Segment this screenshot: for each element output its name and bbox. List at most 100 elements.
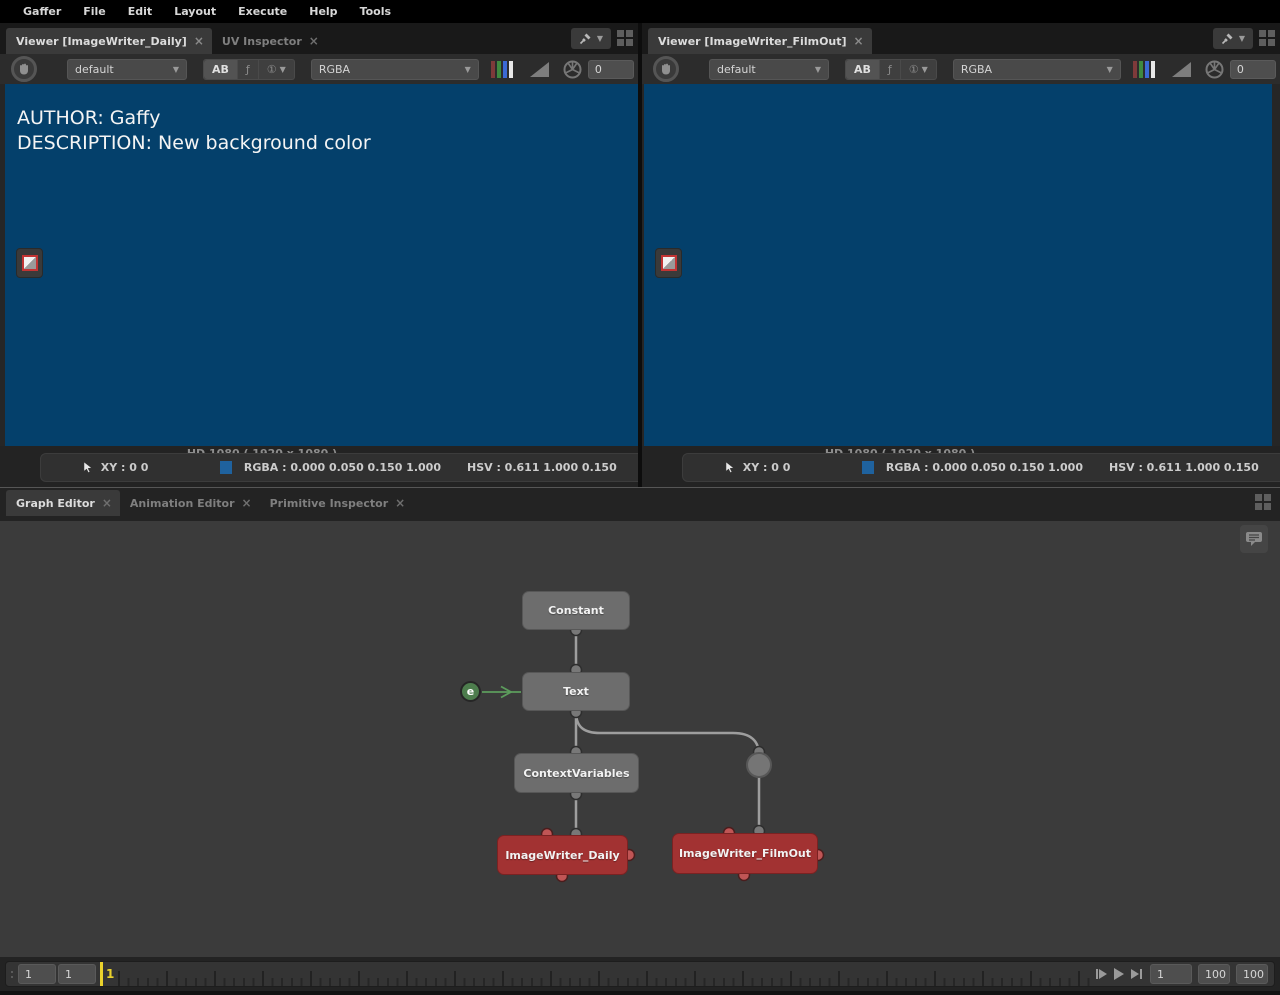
start-frame-input[interactable]: 1	[18, 964, 56, 984]
pin-menu-button[interactable]: ▼	[1213, 28, 1253, 49]
menu-gaffer[interactable]: Gaffer	[12, 5, 72, 18]
step-back-button[interactable]	[1096, 969, 1107, 979]
close-icon[interactable]: ×	[309, 34, 319, 48]
tab-label: Graph Editor	[16, 496, 95, 510]
annotations-button[interactable]	[1240, 525, 1268, 553]
current-frame-input[interactable]: 1	[1150, 964, 1192, 984]
play-button[interactable]	[1114, 968, 1124, 980]
tab-animation-editor[interactable]: Animation Editor ×	[120, 490, 260, 516]
node-imagewriter-filmout[interactable]: ImageWriter_FilmOut	[672, 833, 818, 874]
tab-viewer-imagewriter-daily[interactable]: Viewer [ImageWriter_Daily] ×	[6, 28, 212, 54]
viewer-left-tabbar: Viewer [ImageWriter_Daily] × UV Inspecto…	[0, 23, 638, 54]
display-transform-icon	[660, 255, 677, 271]
range-end-input[interactable]: 100	[1198, 964, 1230, 984]
exposure-aperture-icon[interactable]	[563, 60, 582, 79]
pan-tool-button[interactable]	[653, 56, 679, 82]
step-forward-button[interactable]	[1131, 969, 1142, 979]
view-select[interactable]: default ▼	[67, 58, 187, 80]
node-label: Text	[563, 685, 589, 698]
range-end-value: 100	[1205, 967, 1226, 981]
tab-label: Viewer [ImageWriter_Daily]	[16, 34, 187, 48]
close-icon[interactable]: ×	[854, 34, 864, 48]
tab-viewer-imagewriter-filmout[interactable]: Viewer [ImageWriter_FilmOut] ×	[648, 28, 872, 54]
lut-ramp-icon[interactable]	[529, 61, 549, 77]
solo-channel-icon[interactable]	[1132, 60, 1155, 78]
status-hsv: HSV : 0.611 1.000 0.150	[1108, 461, 1259, 474]
close-icon[interactable]: ×	[395, 496, 405, 510]
chevron-down-icon: ▼	[464, 64, 471, 74]
node-label: ImageWriter_FilmOut	[678, 847, 812, 860]
node-expression[interactable]: e	[460, 681, 481, 702]
compare-image-button[interactable]: ① ▼	[259, 60, 294, 79]
viewer-viewport-filmout[interactable]	[644, 84, 1272, 446]
menu-tools[interactable]: Tools	[349, 5, 402, 18]
node-text[interactable]: Text	[522, 672, 630, 711]
menu-help[interactable]: Help	[298, 5, 348, 18]
node-contextvariables[interactable]: ContextVariables	[514, 753, 639, 793]
exposure-value: 0	[1236, 62, 1244, 76]
wipe-button[interactable]: ƒ	[880, 59, 901, 79]
timeline-grip[interactable]	[11, 970, 13, 978]
compare-image-icon: ①	[908, 62, 919, 76]
solo-channel-icon[interactable]	[490, 60, 513, 78]
chevron-down-icon: ▼	[279, 64, 286, 74]
hand-icon	[19, 63, 28, 75]
end-frame-input[interactable]: 100	[1236, 964, 1268, 984]
wipe-button[interactable]: ƒ	[238, 59, 259, 79]
chevron-down-icon: ▼	[1106, 64, 1113, 74]
node-imagewriter-daily[interactable]: ImageWriter_Daily	[497, 835, 628, 875]
compare-ab-button[interactable]: AB	[846, 59, 880, 79]
compare-image-button[interactable]: ① ▼	[901, 60, 936, 79]
compare-button-group: AB ƒ ① ▼	[845, 58, 937, 80]
viewer-left-toolbar: default ▼ AB ƒ ① ▼ RGBA ▼ 0	[0, 54, 638, 84]
status-xy: XY : 0 0	[100, 461, 149, 474]
range-start-input[interactable]: 1	[58, 964, 96, 984]
exposure-input[interactable]: 0	[1229, 59, 1276, 79]
menu-layout[interactable]: Layout	[163, 5, 227, 18]
status-rgba: RGBA : 0.000 0.050 0.150 1.000	[243, 461, 441, 474]
pin-menu-button[interactable]: ▼	[571, 28, 611, 49]
viewer-right-toolbar: default ▼ AB ƒ ① ▼ RGBA ▼ 0	[642, 54, 1280, 84]
playhead-frame-label: 1	[106, 967, 115, 981]
tab-primitive-inspector[interactable]: Primitive Inspector ×	[260, 490, 414, 516]
node-dot[interactable]	[746, 752, 772, 778]
layout-grid-icon[interactable]	[1255, 494, 1272, 511]
ab-label: AB	[854, 62, 871, 76]
close-icon[interactable]: ×	[242, 496, 252, 510]
viewer-viewport-daily[interactable]: AUTHOR: Gaffy DESCRIPTION: New backgroun…	[5, 84, 638, 446]
cursor-pointer-icon	[83, 461, 93, 474]
graph-editor-canvas[interactable]: Constant Text ContextVariables ImageWrit…	[0, 521, 1280, 957]
channels-select[interactable]: RGBA ▼	[952, 58, 1121, 80]
channels-select[interactable]: RGBA ▼	[310, 58, 479, 80]
lut-ramp-icon[interactable]	[1171, 61, 1191, 77]
pan-tool-button[interactable]	[11, 56, 37, 82]
hand-icon	[661, 63, 670, 75]
menu-execute[interactable]: Execute	[227, 5, 298, 18]
exposure-aperture-icon[interactable]	[1205, 60, 1224, 79]
close-icon[interactable]: ×	[194, 34, 204, 48]
expression-label: e	[466, 685, 475, 698]
tab-uv-inspector[interactable]: UV Inspector ×	[212, 28, 327, 54]
close-icon[interactable]: ×	[102, 496, 112, 510]
cursor-pointer-icon	[725, 461, 735, 474]
display-transform-button[interactable]	[16, 248, 43, 278]
compare-ab-button[interactable]: AB	[204, 59, 238, 79]
viewer-left-statusbar: HD 1080 ( 1920 x 1080 ) XY : 0 0 RGBA : …	[0, 446, 638, 487]
menu-file[interactable]: File	[72, 5, 117, 18]
menu-bar: Gaffer File Edit Layout Execute Help Too…	[0, 0, 1280, 23]
playhead[interactable]	[100, 962, 103, 986]
status-hsv: HSV : 0.611 1.000 0.150	[466, 461, 617, 474]
layout-grid-icon[interactable]	[1259, 30, 1276, 47]
exposure-input[interactable]: 0	[587, 59, 634, 79]
chevron-down-icon: ▼	[1238, 34, 1246, 43]
tab-graph-editor[interactable]: Graph Editor ×	[6, 490, 120, 516]
timeline-ruler[interactable]	[118, 962, 1092, 986]
display-transform-button[interactable]	[655, 248, 682, 278]
view-select[interactable]: default ▼	[709, 58, 829, 80]
menu-edit[interactable]: Edit	[117, 5, 163, 18]
node-constant[interactable]: Constant	[522, 591, 630, 630]
view-select-value: default	[717, 62, 756, 76]
node-connections	[482, 623, 825, 883]
layout-grid-icon[interactable]	[617, 30, 634, 47]
viewer-right-statusbar: HD 1080 ( 1920 x 1080 ) XY : 0 0 RGBA : …	[642, 446, 1280, 487]
